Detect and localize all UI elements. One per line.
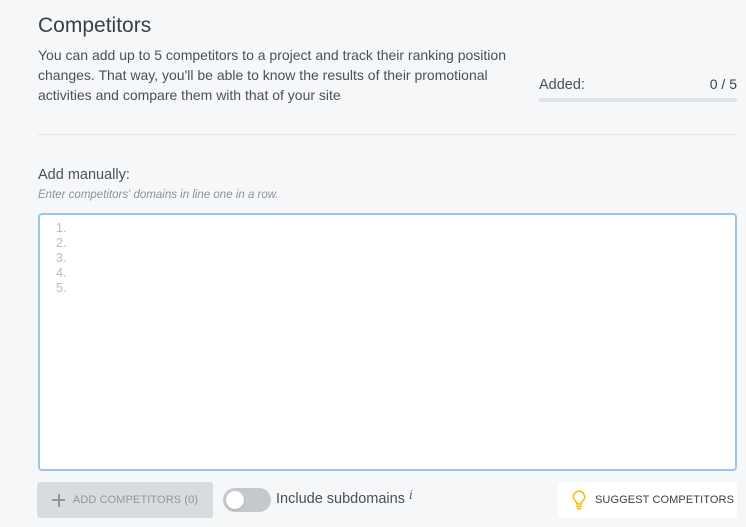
actions-bar: ADD COMPETITORS (0) Include subdomains i…: [0, 482, 746, 518]
added-progress-bar: [539, 98, 737, 102]
add-competitors-label: ADD COMPETITORS (0): [72, 494, 199, 506]
added-count: 0 / 5: [709, 76, 737, 92]
line-number: 3.: [56, 251, 67, 265]
line-number: 1.: [56, 221, 67, 235]
competitors-panel: Competitors You can add up to 5 competit…: [0, 0, 746, 527]
competitors-description: You can add up to 5 competitors to a pro…: [38, 47, 506, 103]
add-manually-label: Add manually:: [38, 167, 130, 183]
add-competitors-button[interactable]: ADD COMPETITORS (0): [37, 482, 213, 518]
line-numbers: 1. 2. 3. 4. 5.: [56, 221, 66, 296]
added-counter: Added: 0 / 5: [539, 76, 737, 102]
lightbulb-icon: [572, 490, 586, 510]
add-manually-hint: Enter competitors' domains in line one i…: [38, 189, 279, 201]
added-label: Added:: [539, 77, 585, 93]
line-number: 2.: [56, 236, 67, 250]
line-number: 5.: [56, 281, 67, 295]
include-subdomains-label: Include subdomains: [276, 491, 405, 507]
page-title: Competitors: [38, 14, 152, 37]
divider: [38, 134, 737, 135]
toggle-knob: [226, 491, 244, 509]
include-subdomains-toggle[interactable]: [223, 488, 271, 512]
info-icon[interactable]: i: [409, 488, 413, 502]
competitor-domains-input[interactable]: 1. 2. 3. 4. 5.: [38, 213, 737, 471]
line-number: 4.: [56, 266, 67, 280]
suggest-competitors-button[interactable]: SUGGEST COMPETITORS: [558, 482, 737, 518]
plus-icon: [51, 493, 65, 507]
suggest-competitors-label: SUGGEST COMPETITORS: [595, 494, 735, 506]
